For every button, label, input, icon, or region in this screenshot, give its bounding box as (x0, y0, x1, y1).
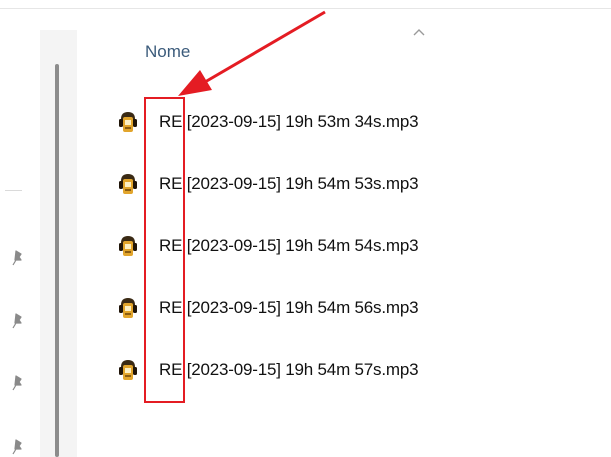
annotation-arrow-head (178, 70, 212, 96)
audio-file-icon (118, 358, 138, 382)
navigation-pane (0, 30, 40, 457)
audio-file-icon (118, 110, 138, 134)
pin-icon[interactable] (11, 375, 25, 391)
column-header-name[interactable]: Nome (145, 42, 190, 62)
top-divider (0, 8, 611, 9)
pin-icon[interactable] (11, 439, 25, 455)
file-name: RE [2023-09-15] 19h 54m 56s.mp3 (159, 298, 419, 317)
annotation-arrow-shaft (204, 10, 326, 84)
chevron-up-icon[interactable] (413, 28, 425, 36)
file-name: RE [2023-09-15] 19h 54m 54s.mp3 (159, 236, 419, 255)
annotation-arrow (178, 10, 326, 96)
annotation-highlight-box (144, 97, 185, 403)
navigation-divider (5, 190, 22, 191)
audio-file-icon (118, 234, 138, 258)
audio-file-icon (118, 296, 138, 320)
file-name: RE [2023-09-15] 19h 54m 57s.mp3 (159, 360, 419, 379)
pin-icon[interactable] (11, 250, 25, 266)
navigation-scrollbar[interactable] (55, 64, 59, 457)
pin-icon[interactable] (11, 313, 25, 329)
file-name: RE [2023-09-15] 19h 54m 53s.mp3 (159, 174, 419, 193)
audio-file-icon (118, 172, 138, 196)
file-name: RE [2023-09-15] 19h 53m 34s.mp3 (159, 112, 419, 131)
